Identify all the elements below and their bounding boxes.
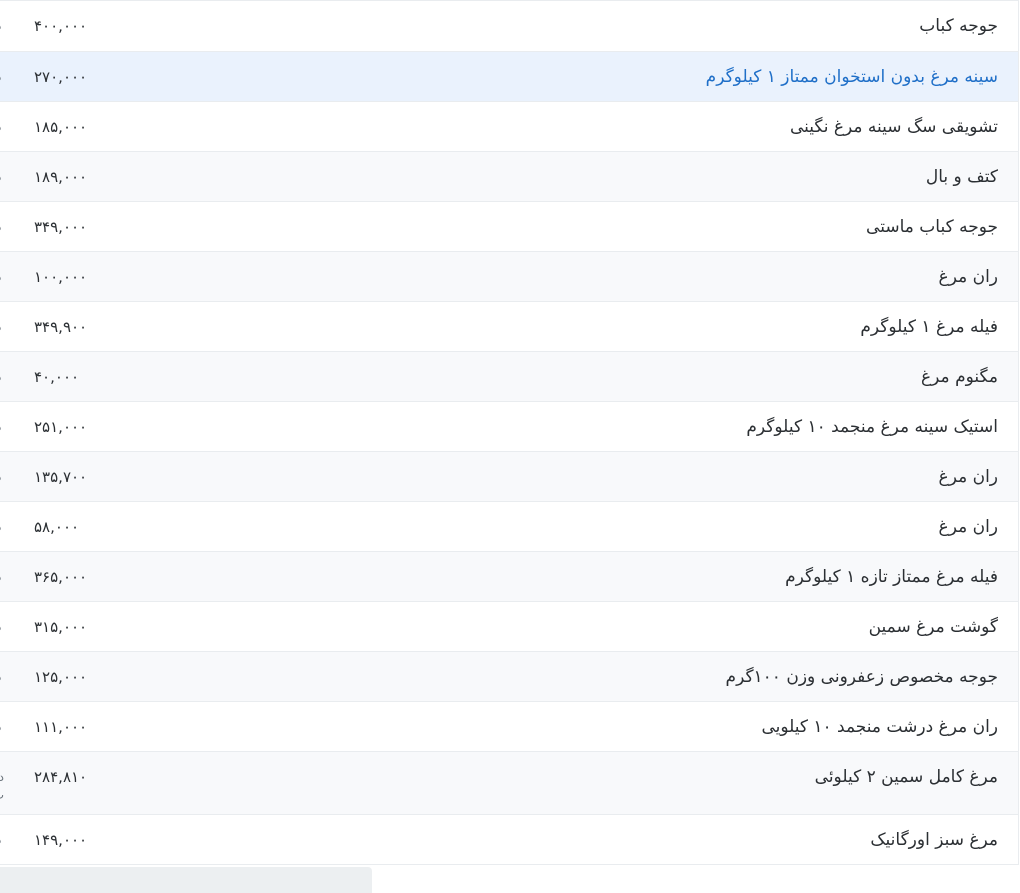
product-name[interactable]: استیک سینه مرغ منجمد ۱۰ کیلوگرم xyxy=(746,402,998,452)
table-row[interactable]: گوشت مرغ سمین ۳۱۵,۰۰۰ د xyxy=(0,602,1018,652)
price-unit: د xyxy=(0,652,1,702)
product-price: ۲۵۱,۰۰۰ xyxy=(34,418,88,436)
product-price: ۵۸,۰۰۰ xyxy=(34,518,80,536)
price-unit: د xyxy=(0,352,1,402)
price-unit: د xyxy=(0,302,1,352)
price-unit: د xyxy=(0,552,1,602)
product-name[interactable]: جوجه مخصوص زعفرونی وزن ۱۰۰گرم xyxy=(726,652,998,702)
price-unit: د xyxy=(0,1,1,51)
product-price: ۴۰,۰۰۰ xyxy=(34,368,80,386)
table-row[interactable]: مگنوم مرغ ۴۰,۰۰۰ د xyxy=(0,352,1018,402)
product-price: ۱۸۹,۰۰۰ xyxy=(34,168,88,186)
table-row[interactable]: جوجه کباب ماستی ۳۴۹,۰۰۰ د xyxy=(0,202,1018,252)
table-row[interactable]: جوجه کباب ۴۰۰,۰۰۰ د xyxy=(0,0,1018,52)
product-name[interactable]: گوشت مرغ سمین xyxy=(869,602,998,652)
product-price: ۲۷۰,۰۰۰ xyxy=(34,68,88,86)
product-name[interactable]: فیله مرغ ممتاز تازه ۱ کیلوگرم xyxy=(785,552,998,602)
table-row[interactable]: مرغ کامل سمین ۲ کیلوئی ۲۸۴,۸۱۰ د پ xyxy=(0,752,1018,815)
table-row[interactable]: ران مرغ ۱۰۰,۰۰۰ د xyxy=(0,252,1018,302)
table-row[interactable]: کتف و بال ۱۸۹,۰۰۰ د xyxy=(0,152,1018,202)
table-row[interactable]: جوجه مخصوص زعفرونی وزن ۱۰۰گرم ۱۲۵,۰۰۰ د xyxy=(0,652,1018,702)
product-price: ۱۰۰,۰۰۰ xyxy=(34,268,88,286)
product-price: ۳۴۹,۰۰۰ xyxy=(34,218,88,236)
product-price: ۴۰۰,۰۰۰ xyxy=(34,17,88,35)
price-unit: د پ xyxy=(0,770,4,802)
product-name[interactable]: ران مرغ درشت منجمد ۱۰ کیلویی xyxy=(761,702,998,752)
product-name[interactable]: تشویقی سگ سینه مرغ نگینی xyxy=(790,102,998,152)
table-row[interactable]: فیله مرغ ۱ کیلوگرم ۳۴۹,۹۰۰ د xyxy=(0,302,1018,352)
product-name[interactable]: مگنوم مرغ xyxy=(921,352,998,402)
product-name[interactable]: کتف و بال xyxy=(926,152,998,202)
product-price: ۱۱۱,۰۰۰ xyxy=(34,718,88,736)
price-unit: د xyxy=(0,52,1,102)
status-bar xyxy=(0,867,372,893)
price-unit: د xyxy=(0,452,1,502)
table-row[interactable]: فیله مرغ ممتاز تازه ۱ کیلوگرم ۳۶۵,۰۰۰ د xyxy=(0,552,1018,602)
product-name[interactable]: ران مرغ xyxy=(939,252,998,302)
product-price: ۱۲۵,۰۰۰ xyxy=(34,668,88,686)
table-row[interactable]: ران مرغ ۱۳۵,۷۰۰ د xyxy=(0,452,1018,502)
table-row[interactable]: استیک سینه مرغ منجمد ۱۰ کیلوگرم ۲۵۱,۰۰۰ … xyxy=(0,402,1018,452)
product-price: ۱۳۵,۷۰۰ xyxy=(34,468,88,486)
price-unit: د xyxy=(0,702,1,752)
price-unit: د xyxy=(0,602,1,652)
table-row[interactable]: سینه مرغ بدون استخوان ممتاز ۱ کیلوگرم ۲۷… xyxy=(0,52,1018,102)
price-unit: د xyxy=(0,252,1,302)
product-price: ۳۱۵,۰۰۰ xyxy=(34,618,88,636)
product-price: ۲۸۴,۸۱۰ xyxy=(34,768,88,786)
price-table: جوجه کباب ۴۰۰,۰۰۰ د سینه مرغ بدون استخوا… xyxy=(0,0,1019,865)
product-name[interactable]: ران مرغ xyxy=(939,502,998,552)
product-name[interactable]: ران مرغ xyxy=(939,452,998,502)
table-row[interactable]: ران مرغ ۵۸,۰۰۰ د xyxy=(0,502,1018,552)
price-unit: د xyxy=(0,102,1,152)
product-name[interactable]: فیله مرغ ۱ کیلوگرم xyxy=(860,302,998,352)
price-unit: د xyxy=(0,502,1,552)
product-name[interactable]: جوجه کباب xyxy=(919,1,998,51)
table-row[interactable]: مرغ سبز اورگانیک ۱۴۹,۰۰۰ د xyxy=(0,815,1018,865)
product-name[interactable]: مرغ سبز اورگانیک xyxy=(870,815,998,865)
table-row[interactable]: ران مرغ درشت منجمد ۱۰ کیلویی ۱۱۱,۰۰۰ د xyxy=(0,702,1018,752)
product-price: ۳۶۵,۰۰۰ xyxy=(34,568,88,586)
price-unit: د xyxy=(0,202,1,252)
product-price: ۱۴۹,۰۰۰ xyxy=(34,831,88,849)
product-price: ۳۴۹,۹۰۰ xyxy=(34,318,88,336)
price-unit: د xyxy=(0,152,1,202)
product-name[interactable]: سینه مرغ بدون استخوان ممتاز ۱ کیلوگرم xyxy=(706,52,998,102)
product-name[interactable]: مرغ کامل سمین ۲ کیلوئی xyxy=(815,752,998,802)
price-unit: د xyxy=(0,815,1,865)
price-unit: د xyxy=(0,402,1,452)
product-name[interactable]: جوجه کباب ماستی xyxy=(866,202,998,252)
product-price: ۱۸۵,۰۰۰ xyxy=(34,118,88,136)
table-row[interactable]: تشویقی سگ سینه مرغ نگینی ۱۸۵,۰۰۰ د xyxy=(0,102,1018,152)
